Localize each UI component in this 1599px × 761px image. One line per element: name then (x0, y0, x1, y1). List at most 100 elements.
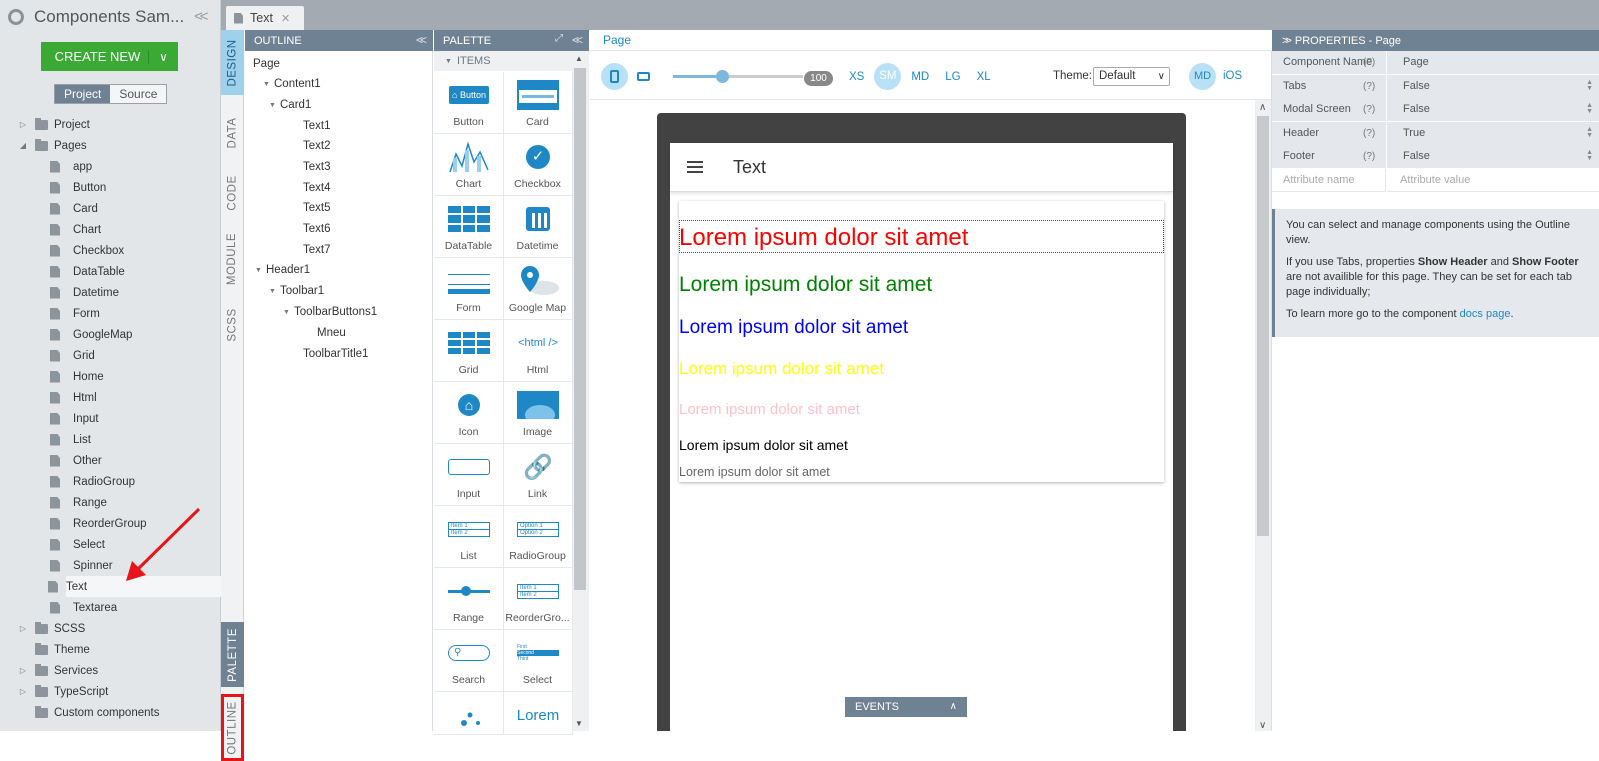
palette-item-reordergro-[interactable]: Item 1 Item 2 ReorderGro... (503, 568, 573, 630)
caret-down-icon[interactable]: ▼ (255, 267, 266, 274)
text5[interactable]: Lorem ipsum dolor sit amet (679, 401, 860, 418)
attribute-value-input[interactable]: Attribute value (1387, 169, 1599, 192)
side-tab-module[interactable]: MODULE (221, 226, 244, 291)
palette-item-grid[interactable]: Grid (434, 320, 504, 382)
palette-item-button[interactable]: ⌂ Button Button (434, 72, 504, 134)
tree-item-other[interactable]: Other (0, 450, 221, 471)
caret-icon[interactable]: ◢ (18, 141, 28, 150)
tab-source[interactable]: Source (110, 85, 167, 103)
outline-item-card1[interactable]: ▼ Card1 (269, 96, 311, 114)
palette-item-link[interactable]: 🔗 Link (503, 444, 573, 506)
tree-item-chart[interactable]: Chart (0, 219, 221, 240)
property-value[interactable]: True (1387, 121, 1599, 145)
events-panel-toggle[interactable]: EVENTS ∧ (845, 697, 967, 717)
outline-item-text7[interactable]: Text7 (303, 241, 331, 259)
expand-properties-icon[interactable]: >> (1282, 35, 1292, 47)
tree-item-html[interactable]: Html (0, 387, 221, 408)
palette-item-checkbox[interactable]: ✓ Checkbox (503, 134, 573, 196)
tree-item-textarea[interactable]: Textarea (0, 597, 221, 618)
breakpoint-xs[interactable]: XS (849, 71, 864, 83)
palette-item-html[interactable]: <html /> Html (503, 320, 573, 382)
breadcrumb[interactable]: Page (590, 30, 1271, 51)
help-icon[interactable]: (?) (1363, 75, 1375, 98)
scroll-up-icon[interactable]: ∧ (1259, 102, 1266, 113)
side-tab-data[interactable]: DATA (221, 100, 244, 165)
property-value[interactable]: False (1387, 74, 1599, 98)
palette-section-items[interactable]: ▼ ITEMS (434, 51, 573, 71)
menu-icon[interactable] (687, 161, 703, 174)
palette-item-icon[interactable]: ⌂ Icon (434, 382, 504, 444)
phone-portrait-button[interactable] (601, 63, 628, 90)
tree-item-app[interactable]: app (0, 156, 221, 177)
help-icon[interactable]: (?) (1363, 51, 1375, 74)
caret-icon[interactable]: ▷ (18, 687, 28, 696)
text7[interactable]: Lorem ipsum dolor sit amet (679, 465, 830, 479)
docs-page-link[interactable]: docs page (1460, 308, 1511, 320)
side-tab-scss[interactable]: SCSS (221, 292, 244, 357)
help-icon[interactable]: (?) (1363, 122, 1375, 145)
palette-item-range[interactable]: Range (434, 568, 504, 630)
side-tab-outline[interactable]: OUTLINE (221, 694, 244, 761)
property-value[interactable]: Page (1387, 51, 1599, 74)
canvas-scroll-thumb[interactable] (1257, 116, 1269, 536)
outline-item-mneu[interactable]: Mneu (317, 324, 346, 342)
palette-item-card[interactable]: Card (503, 72, 573, 134)
property-value[interactable]: False (1387, 145, 1599, 168)
tree-item-button[interactable]: Button (0, 177, 221, 198)
caret-down-icon[interactable]: ▼ (263, 81, 274, 88)
zoom-slider[interactable] (673, 70, 803, 83)
breakpoint-md[interactable]: MD (911, 71, 929, 83)
tree-item-theme[interactable]: Theme (0, 639, 221, 660)
side-tab-code[interactable]: CODE (221, 160, 244, 225)
outline-item-toolbartitle1[interactable]: ToolbarTitle1 (303, 345, 368, 363)
palette-item-input[interactable]: Input (434, 444, 504, 506)
palette-item-datetime[interactable]: Datetime (503, 196, 573, 258)
outline-item-text1[interactable]: Text1 (303, 117, 331, 135)
breakpoint-sm[interactable]: SM (874, 63, 902, 90)
tree-item-home[interactable]: Home (0, 366, 221, 387)
text3[interactable]: Lorem ipsum dolor sit amet (679, 317, 908, 339)
outline-item-content1[interactable]: ▼ Content1 (263, 75, 321, 93)
theme-select[interactable]: Default ∨ (1093, 67, 1170, 86)
palette-item-image[interactable]: Image (503, 382, 573, 444)
scroll-up-icon[interactable]: ▲ (575, 54, 583, 63)
palette-item-chart[interactable]: Chart (434, 134, 504, 196)
zoom-slider-handle[interactable] (716, 70, 730, 83)
palette-item-spinner[interactable] (434, 692, 504, 735)
palette-item-search[interactable]: ⚲ Search (434, 630, 504, 692)
help-icon[interactable]: (?) (1363, 98, 1375, 121)
outline-item-header1[interactable]: ▼ Header1 (255, 261, 310, 279)
caret-down-icon[interactable]: ▼ (269, 288, 280, 295)
text1[interactable]: Lorem ipsum dolor sit amet (679, 224, 968, 252)
tree-item-datetime[interactable]: Datetime (0, 282, 221, 303)
tree-item-custom-components[interactable]: Custom components (0, 702, 221, 723)
tab-project[interactable]: Project (55, 85, 111, 103)
breakpoint-lg[interactable]: LG (945, 71, 960, 83)
tree-item-form[interactable]: Form (0, 303, 221, 324)
caret-icon[interactable]: ▷ (18, 624, 28, 633)
side-tab-palette[interactable]: PALETTE (221, 622, 244, 687)
outline-item-text2[interactable]: Text2 (303, 137, 331, 155)
collapse-outline-icon[interactable]: << (416, 33, 427, 47)
tree-item-googlemap[interactable]: GoogleMap (0, 324, 221, 345)
app-header[interactable]: Text (670, 143, 1173, 192)
tree-item-typescript[interactable]: ▷ TypeScript (0, 681, 221, 702)
caret-down-icon[interactable]: ▼ (283, 309, 294, 316)
tree-item-project[interactable]: ▷ Project (0, 114, 221, 135)
scroll-down-icon[interactable]: ∨ (1259, 720, 1266, 731)
tree-item-pages[interactable]: ◢ Pages (0, 135, 221, 156)
tree-item-grid[interactable]: Grid (0, 345, 221, 366)
palette-scroll-thumb[interactable] (574, 68, 586, 590)
collapse-left-icon[interactable]: << (194, 8, 208, 25)
tree-item-list[interactable]: List (0, 429, 221, 450)
palette-item-text[interactable]: Lorem (503, 692, 573, 735)
caret-down-icon[interactable]: ▼ (269, 102, 280, 109)
close-icon[interactable]: ✕ (281, 12, 290, 25)
tree-item-checkbox[interactable]: Checkbox (0, 240, 221, 261)
outline-item-text3[interactable]: Text3 (303, 158, 331, 176)
palette-item-radiogroup[interactable]: Option 1 Option 2 RadioGroup (503, 506, 573, 568)
palette-item-select[interactable]: First Second Third Select (503, 630, 573, 692)
caret-icon[interactable]: ▷ (18, 666, 28, 675)
platform-ios[interactable]: iOS (1223, 70, 1242, 82)
caret-icon[interactable]: ▷ (18, 120, 28, 129)
